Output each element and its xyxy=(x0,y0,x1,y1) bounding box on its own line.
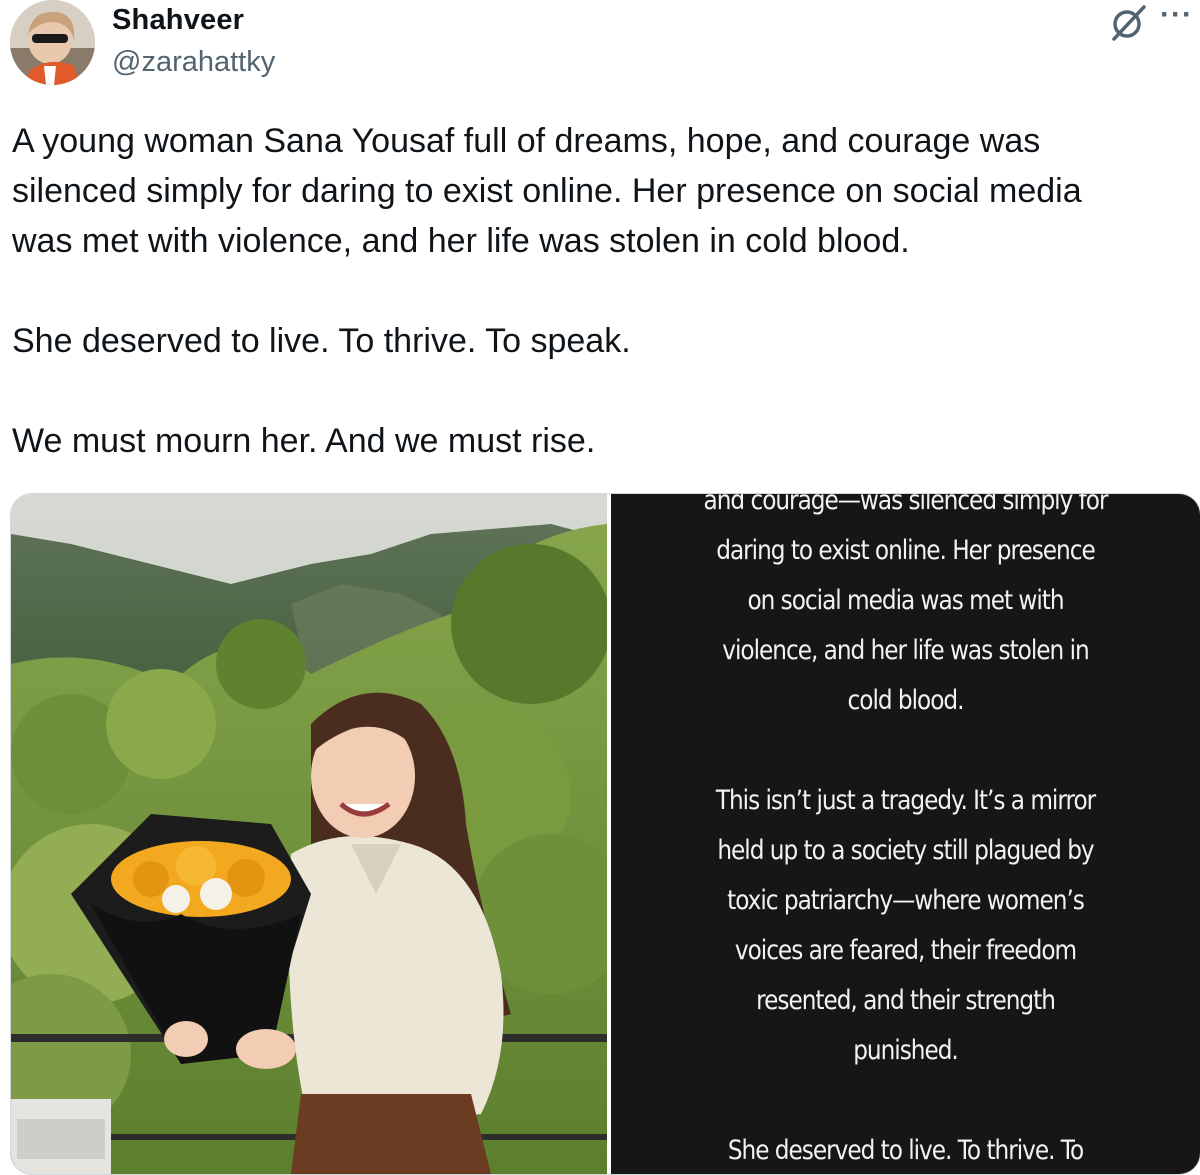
story-paragraph: and courage—was silenced simply for dari… xyxy=(703,494,1109,716)
tweet-text: A young woman Sana Yousaf full of dreams… xyxy=(12,116,1197,466)
tweet-post: Shahveer @zarahattky ··· A young woman S… xyxy=(0,0,1200,1175)
avatar[interactable] xyxy=(10,0,95,85)
tweet-paragraph: A young woman Sana Yousaf full of dreams… xyxy=(12,122,1082,260)
tweet-paragraph: We must mourn her. And we must rise. xyxy=(12,422,596,460)
story-paragraph: She deserved to live. To thrive. To xyxy=(727,1135,1084,1166)
more-options-icon[interactable]: ··· xyxy=(1160,0,1193,32)
author-name[interactable]: Shahveer xyxy=(112,4,244,37)
story-image[interactable]: and courage—was silenced simply for dari… xyxy=(611,494,1200,1174)
grok-icon[interactable] xyxy=(1108,3,1148,43)
photo-image[interactable] xyxy=(11,494,607,1174)
tweet-paragraph: She deserved to live. To thrive. To spea… xyxy=(12,322,631,360)
author-handle[interactable]: @zarahattky xyxy=(112,46,275,79)
story-text: and courage—was silenced simply for dari… xyxy=(611,494,1200,1174)
media-container: and courage—was silenced simply for dari… xyxy=(10,493,1200,1175)
story-paragraph: This isn’t just a tragedy. It’s a mirror… xyxy=(715,785,1096,1066)
